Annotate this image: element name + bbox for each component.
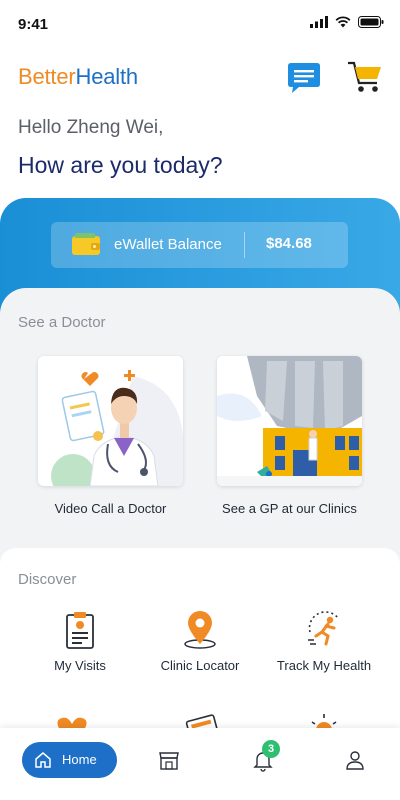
wallet-label: eWallet Balance: [114, 236, 222, 253]
wallet-divider: [244, 232, 245, 258]
my-visits-item[interactable]: My Visits: [20, 610, 140, 690]
greeting-question: How are you today?: [18, 152, 223, 178]
track-health-item[interactable]: Track My Health: [264, 610, 384, 690]
clinic-visit-card[interactable]: [217, 356, 362, 486]
video-call-label: Video Call a Doctor: [54, 501, 167, 516]
greeting-text: Hello Zheng Wei,: [18, 117, 164, 138]
clinic-visit-label: See a GP at our Clinics: [222, 501, 357, 516]
status-icons: [310, 16, 384, 28]
clipboard-icon: [66, 612, 94, 649]
runner-icon: [308, 611, 339, 646]
bottom-navigation: Home 3: [0, 728, 400, 800]
messages-button[interactable]: [284, 60, 324, 98]
status-bar: 9:41: [0, 0, 400, 48]
store-icon[interactable]: [157, 748, 181, 772]
notification-badge: 3: [262, 740, 280, 758]
logo-health: Health: [75, 64, 139, 89]
wallet-balance: $84.68: [266, 235, 312, 252]
map-pin-icon: [184, 611, 216, 649]
track-health-label: Track My Health: [276, 658, 372, 673]
chat-bubble-icon: [288, 63, 320, 93]
status-time: 9:41: [18, 16, 49, 33]
clinic-locator-label: Clinic Locator: [160, 658, 240, 673]
home-icon: [35, 752, 51, 768]
cart-button[interactable]: [346, 58, 384, 96]
ewallet-card[interactable]: eWallet Balance $84.68: [51, 222, 348, 268]
profile-icon[interactable]: [343, 748, 367, 772]
home-tab-label: Home: [62, 752, 97, 767]
home-tab[interactable]: Home: [22, 742, 117, 778]
clinic-locator-item[interactable]: Clinic Locator: [140, 610, 260, 690]
battery-icon: [358, 16, 384, 28]
app-header: BetterHealth: [0, 56, 400, 104]
clinic-illustration-icon: [217, 356, 362, 486]
doctor-illustration-icon: [38, 356, 183, 486]
wifi-icon: [335, 16, 351, 28]
video-call-card[interactable]: [38, 356, 183, 486]
signal-icon: [310, 16, 328, 28]
app-logo: BetterHealth: [18, 64, 138, 90]
my-visits-label: My Visits: [54, 658, 106, 673]
logo-better: Better: [18, 64, 76, 89]
shopping-cart-icon: [348, 61, 381, 92]
wallet-icon: [72, 233, 100, 255]
see-doctor-title: See a Doctor: [18, 314, 106, 331]
discover-title: Discover: [18, 571, 77, 588]
